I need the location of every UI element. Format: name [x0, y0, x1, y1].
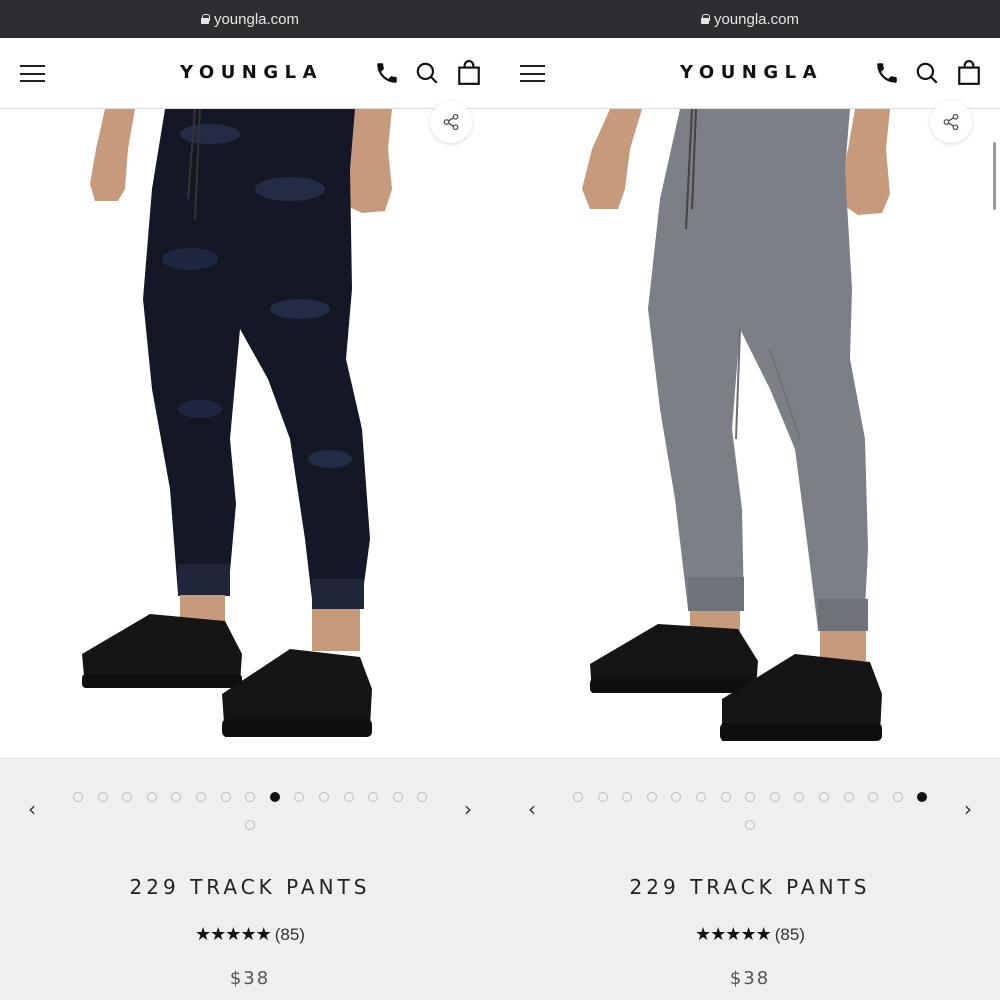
share-button[interactable] [930, 101, 972, 143]
carousel-dot[interactable] [392, 792, 403, 802]
product-price: $38 [729, 968, 771, 989]
site-logo[interactable]: YOUNGLA [680, 62, 823, 83]
share-icon [943, 113, 959, 131]
carousel-dot[interactable] [868, 792, 879, 802]
carousel-dot[interactable] [343, 792, 354, 802]
carousel-dot[interactable] [319, 792, 329, 802]
carousel-dot[interactable] [368, 792, 379, 802]
carousel-dot[interactable] [892, 792, 903, 802]
product-title: 229 TRACK PANTS [629, 875, 871, 899]
carousel-dot[interactable] [196, 792, 206, 802]
browser-url-bar[interactable]: youngla.com [500, 0, 1000, 38]
product-rating[interactable]: ★★★★★ (85) [500, 924, 1000, 945]
lock-icon [700, 14, 710, 24]
search-icon[interactable] [414, 60, 440, 86]
lock-icon [200, 14, 210, 24]
menu-icon[interactable] [20, 65, 45, 82]
carousel-dot[interactable] [573, 792, 583, 802]
search-icon[interactable] [914, 60, 940, 86]
carousel-dot[interactable] [597, 792, 608, 802]
carousel-dot[interactable] [646, 792, 657, 802]
carousel-dot[interactable] [745, 820, 755, 830]
url-text: youngla.com [713, 10, 800, 28]
carousel-dot[interactable] [269, 792, 280, 802]
carousel-dot[interactable] [122, 792, 133, 802]
carousel-dot[interactable] [671, 792, 682, 802]
site-header: YOUNGLA [500, 38, 1000, 109]
carousel-dot[interactable] [97, 792, 108, 802]
star-rating-icon: ★★★★★ [695, 924, 772, 945]
phone-icon[interactable] [374, 60, 400, 86]
url-text: youngla.com [213, 10, 300, 28]
carousel-dot[interactable] [622, 792, 633, 802]
carousel-next-button[interactable]: › [458, 797, 478, 821]
product-photo [582, 109, 890, 741]
product-title: 229 TRACK PANTS [129, 875, 371, 899]
share-button[interactable] [430, 101, 472, 143]
carousel-dot[interactable] [171, 792, 182, 802]
carousel-next-button[interactable]: › [958, 797, 978, 821]
carousel-dot[interactable] [843, 792, 854, 802]
carousel-dots-right [500, 757, 1000, 857]
menu-icon[interactable] [520, 65, 545, 82]
carousel-dot[interactable] [73, 792, 83, 802]
carousel-dot[interactable] [245, 820, 255, 830]
product-photo [82, 109, 392, 737]
site-header: YOUNGLA [0, 38, 500, 109]
carousel-dots-left [0, 757, 500, 857]
product-panel-left: youngla.com YOUNGLA ‹ › 229 TRACK PANTS … [0, 0, 500, 1000]
cart-icon[interactable] [456, 60, 482, 86]
cart-icon[interactable] [956, 60, 982, 86]
carousel-dot[interactable] [917, 792, 928, 802]
carousel-dot[interactable] [720, 792, 731, 802]
product-panel-right: youngla.com YOUNGLA ‹ › 229 TRACK PANTS … [500, 0, 1000, 1000]
carousel-dot[interactable] [294, 792, 305, 802]
product-image[interactable] [0, 109, 500, 757]
product-price: $38 [229, 968, 271, 989]
product-image[interactable] [500, 109, 1000, 757]
carousel-dot[interactable] [794, 792, 805, 802]
image-carousel-nav: ‹ › [0, 757, 500, 857]
carousel-dot[interactable] [220, 792, 231, 802]
carousel-dot[interactable] [769, 792, 780, 802]
site-logo[interactable]: YOUNGLA [180, 62, 323, 83]
carousel-dot[interactable] [245, 792, 256, 802]
browser-url-bar[interactable]: youngla.com [0, 0, 500, 38]
carousel-dot[interactable] [819, 792, 829, 802]
review-count: (85) [774, 924, 805, 944]
star-rating-icon: ★★★★★ [195, 924, 272, 945]
carousel-dot[interactable] [696, 792, 706, 802]
product-rating[interactable]: ★★★★★ (85) [0, 924, 500, 945]
review-count: (85) [274, 924, 305, 944]
share-icon [443, 113, 459, 131]
page-scrollbar[interactable] [993, 142, 996, 210]
carousel-dot[interactable] [146, 792, 157, 802]
image-carousel-nav: ‹ › [500, 757, 1000, 857]
phone-icon[interactable] [874, 60, 900, 86]
carousel-dot[interactable] [745, 792, 756, 802]
carousel-dot[interactable] [417, 792, 428, 802]
